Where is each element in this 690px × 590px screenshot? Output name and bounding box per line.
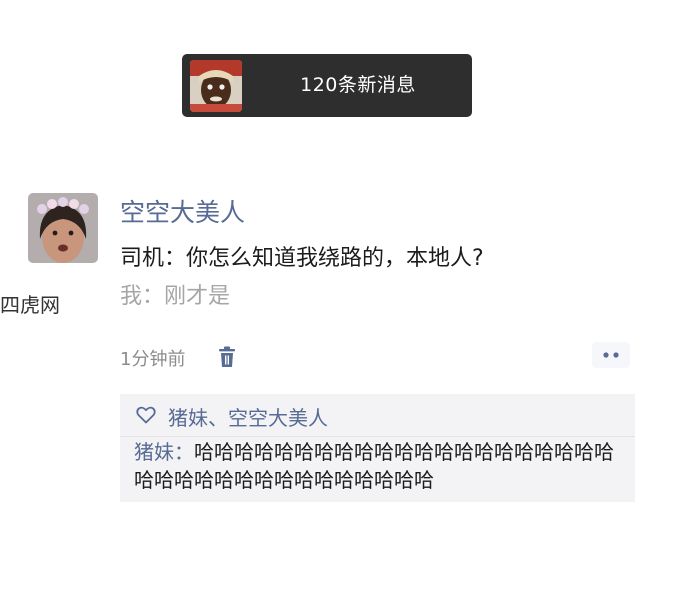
comment-separator: ：	[174, 440, 194, 464]
trash-icon[interactable]	[218, 346, 236, 368]
post-content-line-1: 司机：你怎么知道我绕路的，本地人?	[120, 246, 484, 271]
likes-comments-panel: 猪妹、空空大美人 猪妹：哈哈哈哈哈哈哈哈哈哈哈哈哈哈哈哈哈哈哈哈哈哈哈哈哈哈哈哈…	[120, 394, 635, 502]
heart-icon	[136, 405, 156, 425]
more-actions-button[interactable]	[592, 342, 630, 368]
notification-text: 120条新消息	[300, 74, 416, 96]
post-author-name[interactable]: 空空大美人	[120, 193, 245, 229]
notification-avatar	[190, 60, 242, 112]
new-messages-notification[interactable]: 120条新消息	[182, 54, 472, 117]
likes-users[interactable]: 猪妹、空空大美人	[168, 402, 328, 431]
post-timestamp: 1分钟前	[120, 349, 186, 370]
likes-row: 猪妹、空空大美人	[120, 394, 635, 437]
comment-text: 哈哈哈哈哈哈哈哈哈哈哈哈哈哈哈哈哈哈哈哈哈哈哈哈哈哈哈哈哈哈哈哈哈哈哈哈	[134, 440, 614, 492]
comment-user[interactable]: 猪妹	[134, 440, 174, 464]
comment-item[interactable]: 猪妹：哈哈哈哈哈哈哈哈哈哈哈哈哈哈哈哈哈哈哈哈哈哈哈哈哈哈哈哈哈哈哈哈哈哈哈哈	[134, 438, 630, 494]
watermark: 四虎网	[0, 293, 60, 317]
post-content-line-2: 我：刚才是	[120, 284, 231, 309]
post-author-avatar[interactable]	[28, 193, 98, 263]
more-dots-icon	[603, 352, 619, 358]
